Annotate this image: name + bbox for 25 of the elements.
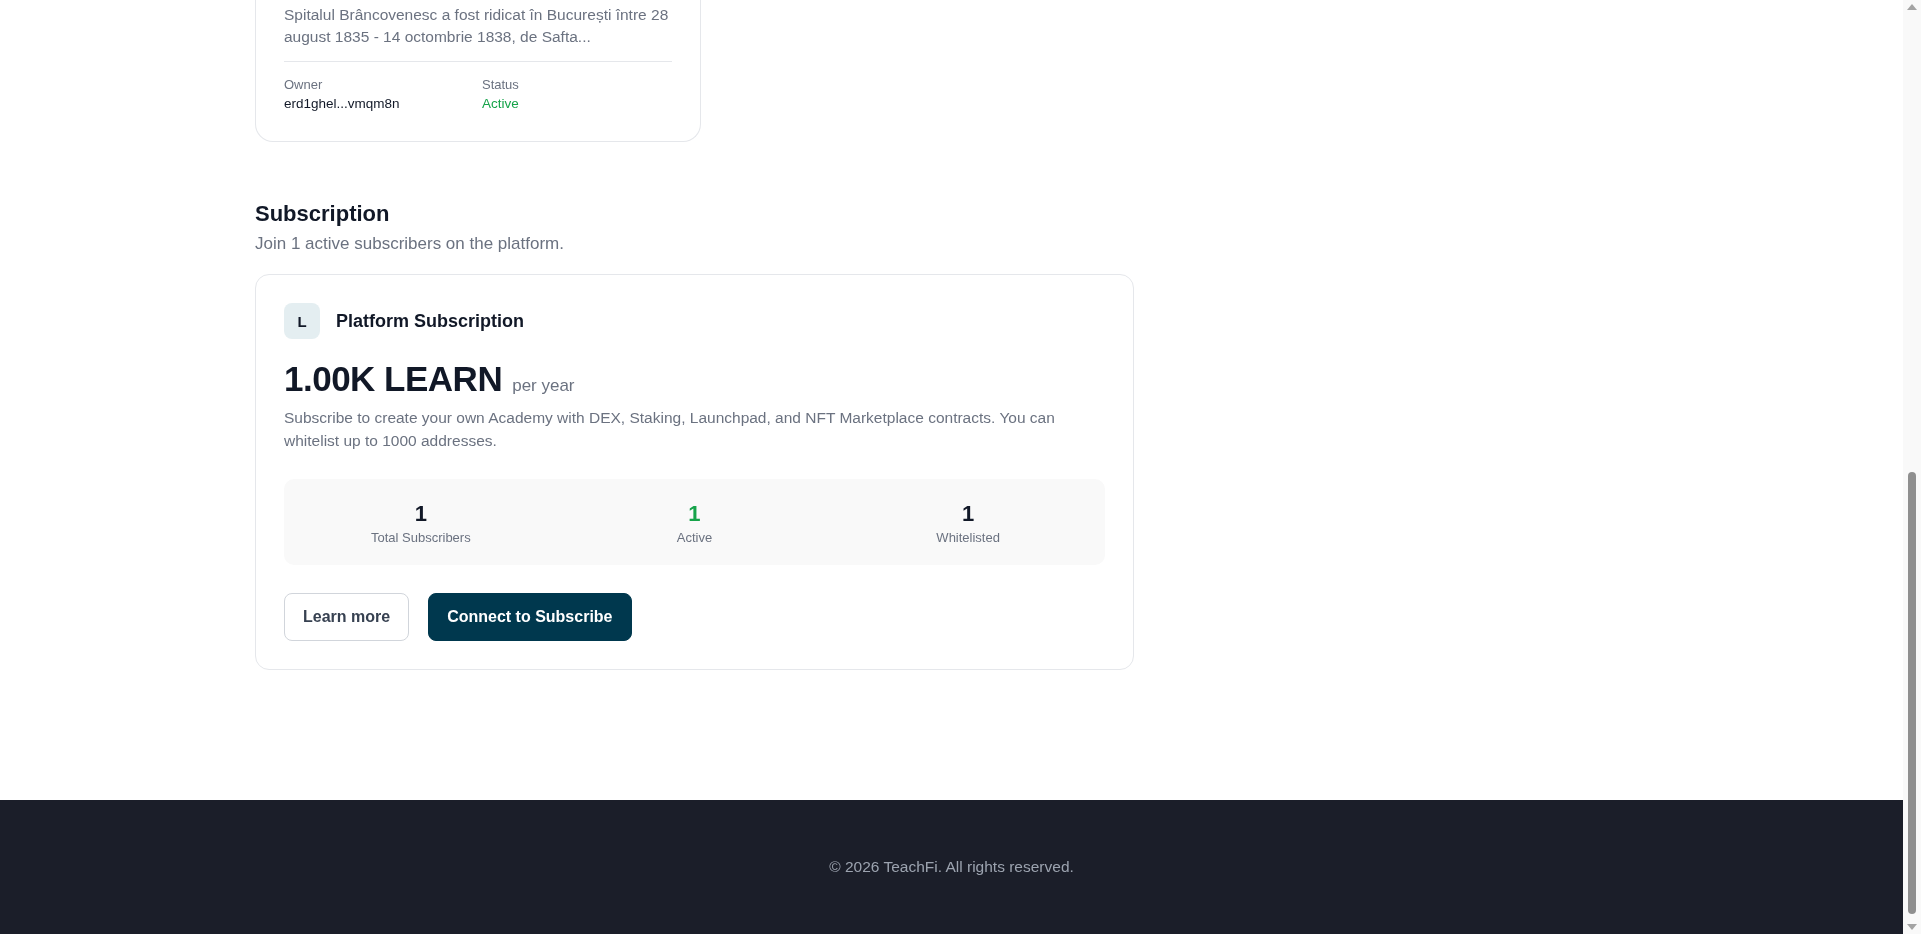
owner-address: erd1ghel...vmqm8n	[284, 95, 400, 113]
stat-value: 1	[414, 501, 427, 527]
scroll-down-icon[interactable]	[1907, 924, 1917, 930]
stat-value: 1	[688, 501, 701, 527]
stat-label: Active	[676, 530, 713, 546]
plan-name: Platform Subscription	[336, 310, 524, 332]
status-value: Active	[482, 95, 519, 113]
project-description: Spitalul Brâncovenesc a fost ridicat în București între 28 august 1835 - 14 octombrie 1838, de Safta...	[284, 5, 670, 47]
learn-more-button[interactable]: Learn more	[284, 593, 410, 641]
owner-label: Owner	[284, 76, 323, 94]
scrollbar-track[interactable]	[1903, 0, 1921, 934]
stat-label: Total Subscribers	[370, 530, 471, 546]
stat-value: 1	[962, 501, 975, 527]
status-label: Status	[482, 76, 519, 94]
section-title: Subscription	[255, 200, 390, 228]
stat-label: Whitelisted	[936, 530, 1000, 546]
plan-initial-avatar: L	[284, 303, 320, 339]
scroll-up-icon[interactable]	[1907, 4, 1917, 10]
section-subtitle: Join 1 active subscribers on the platform.	[255, 233, 564, 255]
plan-description: Subscribe to create your own Academy with DEX, Staking, Launchpad, and NFT Marketplace contracts. You can whitelist up to 1000 addresses.	[284, 408, 1056, 451]
scrollbar-thumb[interactable]	[1908, 472, 1916, 914]
copyright-text: © 2026 TeachFi. All rights reserved.	[829, 858, 1074, 876]
connect-subscribe-button[interactable]: Connect to Subscribe	[428, 593, 632, 641]
plan-price: 1.00K LEARN	[284, 359, 503, 399]
price-period: per year	[512, 376, 575, 396]
